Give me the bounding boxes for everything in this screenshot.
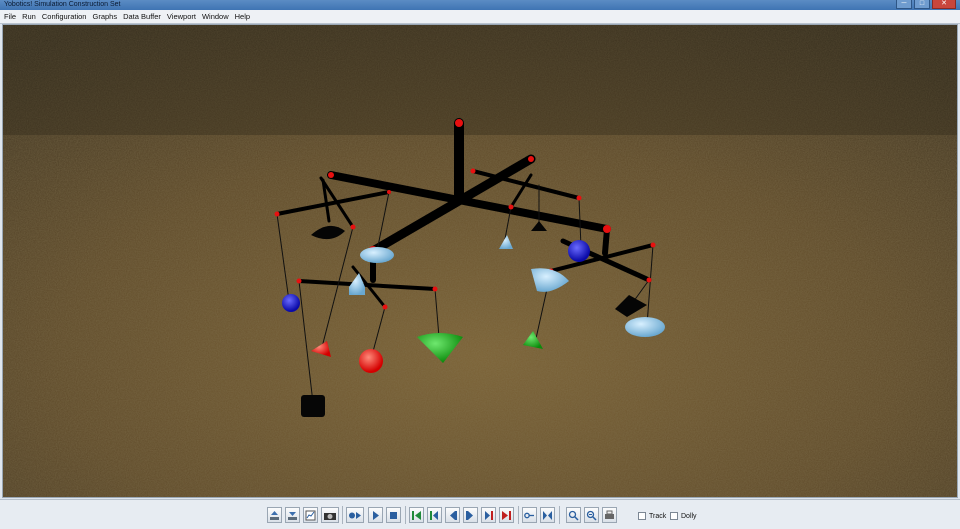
maximize-button[interactable]: □ <box>914 0 930 9</box>
menu-file[interactable]: File <box>4 12 16 21</box>
graph-icon[interactable] <box>303 507 318 523</box>
track-checkbox[interactable]: Track <box>638 512 666 520</box>
play-icon[interactable] <box>368 507 383 523</box>
window-title: Yobotics! Simulation Construction Set <box>4 1 121 8</box>
key-point-icon[interactable] <box>522 507 537 523</box>
dolly-checkbox[interactable]: Dolly <box>670 512 697 520</box>
bottom-toolbar: Track Dolly <box>0 499 960 529</box>
menu-graphs[interactable]: Graphs <box>92 12 117 21</box>
goto-start-icon[interactable] <box>409 507 424 523</box>
toolbar-separator <box>342 506 343 524</box>
goto-end-icon[interactable] <box>499 507 514 523</box>
menu-help[interactable]: Help <box>235 12 250 21</box>
menu-viewport[interactable]: Viewport <box>167 12 196 21</box>
menu-window[interactable]: Window <box>202 12 229 21</box>
minimize-button[interactable]: ─ <box>896 0 912 9</box>
menu-configuration[interactable]: Configuration <box>42 12 87 21</box>
toolbar-separator <box>518 506 519 524</box>
menu-bar: File Run Configuration Graphs Data Buffe… <box>0 10 960 24</box>
menu-run[interactable]: Run <box>22 12 36 21</box>
window-controls: ─ □ ✕ <box>896 0 956 10</box>
close-button[interactable]: ✕ <box>932 0 956 9</box>
zoom-in-icon[interactable] <box>566 507 581 523</box>
step-back-icon[interactable] <box>445 507 460 523</box>
scene-canvas[interactable] <box>3 25 957 497</box>
menu-data-buffer[interactable]: Data Buffer <box>123 12 161 21</box>
toolbar-separator <box>559 506 560 524</box>
step-back-in-point-icon[interactable] <box>427 507 442 523</box>
stop-icon[interactable] <box>386 507 401 523</box>
toolbar-separator <box>405 506 406 524</box>
export-icon[interactable] <box>267 507 282 523</box>
record-icon[interactable] <box>346 507 364 523</box>
camera-icon[interactable] <box>321 507 339 523</box>
horizon-shade <box>3 25 957 135</box>
out-point-icon[interactable] <box>481 507 496 523</box>
track-label: Track <box>649 512 667 520</box>
zoom-key-icon[interactable] <box>540 507 555 523</box>
dolly-checkbox-box[interactable] <box>670 512 678 520</box>
zoom-out-icon[interactable] <box>584 507 599 523</box>
print-icon[interactable] <box>602 507 617 523</box>
title-bar: Yobotics! Simulation Construction Set ─ … <box>0 0 960 10</box>
step-forward-icon[interactable] <box>463 507 478 523</box>
import-icon[interactable] <box>285 507 300 523</box>
track-checkbox-box[interactable] <box>638 512 646 520</box>
3d-viewport[interactable] <box>2 24 958 498</box>
dolly-label: Dolly <box>681 512 697 520</box>
